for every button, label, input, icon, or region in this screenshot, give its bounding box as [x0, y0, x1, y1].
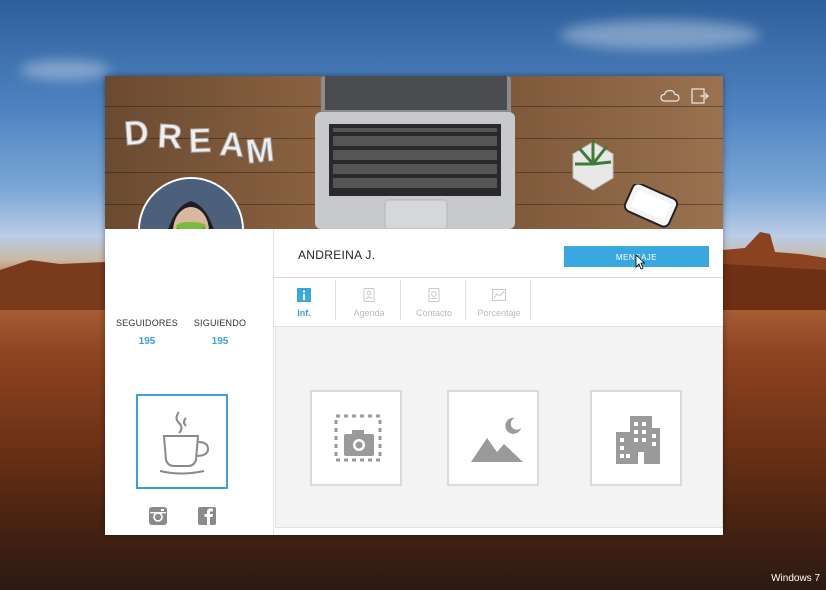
windows-label: Windows 7 — [771, 573, 820, 584]
facebook-icon[interactable] — [197, 506, 217, 526]
dream-letters: D R E A M — [123, 113, 277, 164]
image-tile[interactable] — [447, 390, 539, 486]
phone-image — [623, 184, 679, 228]
profile-name: ANDREINA J. — [298, 248, 376, 262]
svg-text:M: M — [244, 131, 276, 164]
tab-agenda-label: Agenda — [353, 308, 385, 318]
chart-icon — [492, 289, 506, 301]
agenda-icon — [363, 288, 375, 302]
following-value: 195 — [211, 336, 229, 347]
exit-icon[interactable] — [690, 88, 710, 104]
tab-contact[interactable]: Contacto — [403, 280, 466, 320]
plant-image — [572, 140, 614, 191]
tab-agenda[interactable]: Agenda — [338, 280, 401, 320]
followers-value: 195 — [138, 336, 156, 347]
tab-info-label: Inf. — [297, 308, 311, 318]
building-tile[interactable] — [590, 390, 682, 486]
laptop-image — [315, 76, 515, 229]
svg-text:E: E — [188, 122, 212, 161]
tab-percentage-label: Porcentaje — [477, 308, 521, 318]
instagram-icon[interactable] — [148, 506, 168, 526]
sky-cloud — [20, 60, 110, 80]
svg-text:A: A — [218, 125, 245, 164]
left-panel: SEGUIDORES 195 SIGUIENDO 195 — [105, 229, 274, 535]
svg-text:R: R — [157, 117, 184, 156]
coffee-cup-icon — [159, 411, 210, 475]
tab-info[interactable]: Inf. — [273, 280, 336, 320]
contact-icon — [428, 288, 440, 302]
following-stat[interactable]: SIGUIENDO 195 — [185, 318, 255, 347]
tab-bar: Inf. Agenda Contacto Porcentaje — [273, 277, 723, 327]
info-icon — [297, 288, 311, 302]
image-icon — [471, 417, 523, 462]
tab-contact-label: Contacto — [415, 308, 453, 318]
coffee-tile[interactable] — [136, 394, 228, 489]
content-area — [275, 326, 723, 528]
followers-stat[interactable]: SEGUIDORES 195 — [112, 318, 182, 347]
mouse-cursor — [635, 254, 645, 270]
camera-icon — [334, 414, 382, 462]
svg-text:D: D — [123, 114, 150, 154]
camera-tile[interactable] — [310, 390, 402, 486]
following-label: SIGUIENDO — [193, 318, 247, 328]
followers-label: SEGUIDORES — [115, 318, 178, 328]
profile-window: D R E A M SEGUIDORES 195 SIGUIENDO 195 A… — [105, 76, 723, 535]
tab-percentage[interactable]: Porcentaje — [468, 280, 531, 320]
sky-cloud — [560, 20, 760, 50]
cloud-icon[interactable] — [660, 88, 680, 104]
building-icon — [616, 416, 660, 464]
